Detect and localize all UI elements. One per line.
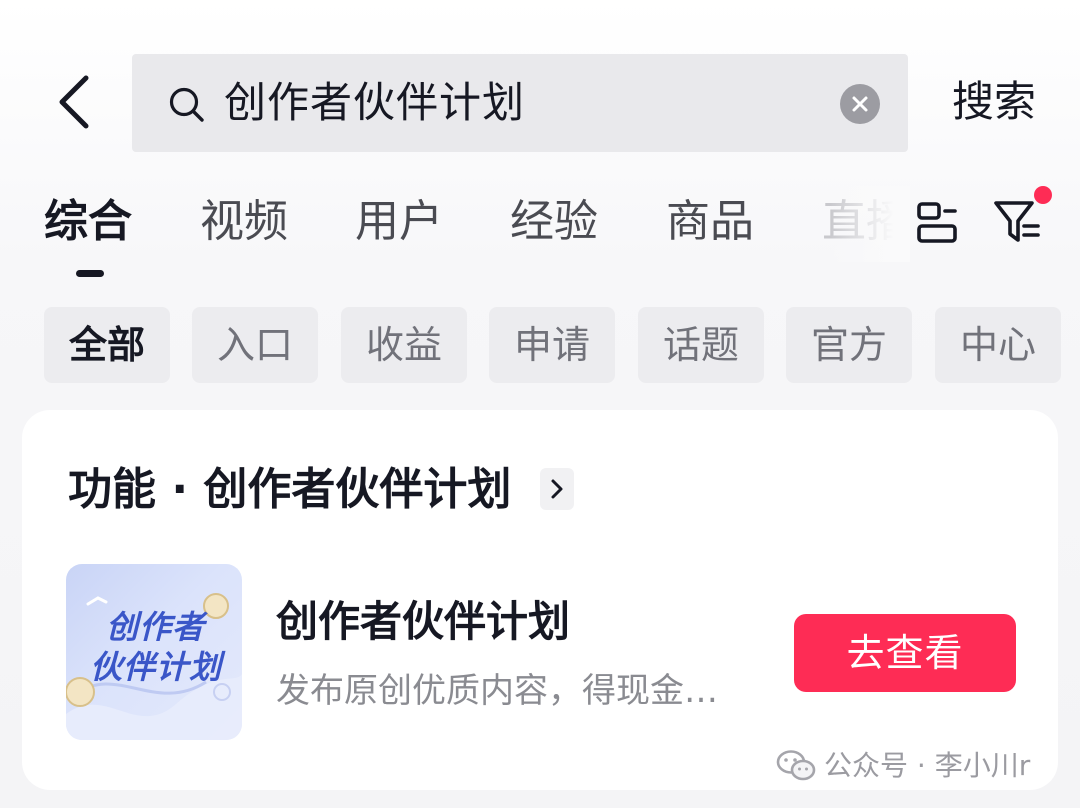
back-button[interactable] [44, 70, 104, 134]
watermark-text: 公众号 · 李小川r [824, 749, 1031, 782]
wechat-logo-icon [776, 750, 816, 781]
search-results-page: 创作者伙伴计划 搜索 综合 视频 用户 经验 商品 直播 [0, 0, 1080, 808]
tab-video[interactable]: 视频 [200, 190, 288, 254]
chip-earnings[interactable]: 收益 [341, 307, 467, 383]
search-input[interactable]: 创作者伙伴计划 [132, 54, 908, 152]
feature-thumbnail[interactable]: 创作者 伙伴计划 [66, 564, 242, 740]
watermark: 公众号 · 李小川r [776, 746, 1030, 786]
thumbnail-text-line-2: 伙伴计划 [90, 648, 223, 686]
feature-card: 功能 · 创作者伙伴计划 创作者 伙伴计划 创作者伙伴计划 发布原创优质内容，得… [22, 410, 1058, 790]
chevron-left-icon [59, 75, 89, 129]
active-tab-indicator [76, 270, 104, 277]
tab-experience[interactable]: 经验 [510, 190, 598, 254]
chip-center[interactable]: 中心 [935, 307, 1061, 383]
layout-toggle-button[interactable] [914, 200, 960, 246]
chip-apply[interactable]: 申请 [489, 307, 615, 383]
tab-users[interactable]: 用户 [355, 190, 443, 254]
chip-official[interactable]: 官方 [786, 307, 912, 383]
tab-scroll-fade [830, 186, 910, 262]
chip-all[interactable]: 全部 [44, 307, 170, 383]
view-button[interactable]: 去查看 [794, 614, 1016, 692]
chip-topic[interactable]: 话题 [638, 307, 764, 383]
search-icon [169, 87, 204, 122]
search-submit-button[interactable]: 搜索 [952, 72, 1036, 132]
thumbnail-text-line-1: 创作者 [106, 608, 206, 646]
feature-item-description: 发布原创优质内容，得现金… [276, 671, 718, 711]
tab-products[interactable]: 商品 [666, 190, 754, 254]
list-layout-icon [917, 202, 957, 243]
clear-search-button[interactable] [840, 84, 880, 124]
card-more-button[interactable] [540, 468, 574, 510]
feature-item-title[interactable]: 创作者伙伴计划 [276, 594, 570, 650]
chevron-right-icon [551, 479, 563, 499]
close-icon [852, 96, 868, 112]
card-title[interactable]: 功能 · 创作者伙伴计划 [68, 460, 511, 520]
search-query-text[interactable]: 创作者伙伴计划 [224, 76, 525, 130]
filter-badge-dot [1034, 186, 1052, 204]
filter-button[interactable] [992, 196, 1044, 248]
filter-icon [994, 201, 1040, 242]
chip-entry[interactable]: 入口 [192, 307, 318, 383]
tab-comprehensive[interactable]: 综合 [44, 190, 132, 254]
